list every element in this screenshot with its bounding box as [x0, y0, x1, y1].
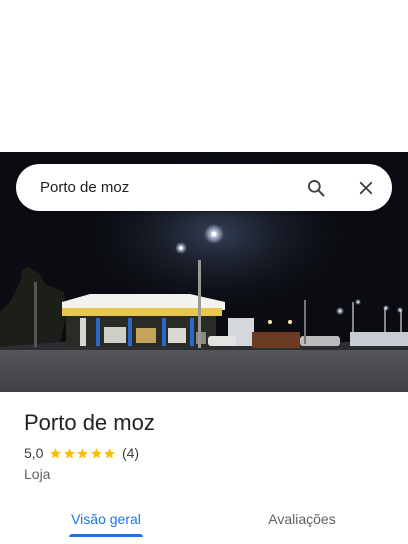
place-tabs: Visão geral Avaliações — [0, 496, 408, 544]
star-icon — [104, 447, 116, 458]
blank-area — [0, 0, 408, 152]
search-icon[interactable] — [296, 168, 336, 208]
tab-reviews[interactable]: Avaliações — [262, 496, 342, 542]
place-title: Porto de moz — [24, 410, 155, 435]
star-icon — [50, 447, 62, 458]
place-category: Loja — [24, 466, 51, 482]
star-icon — [64, 447, 75, 458]
rating-value: 5,0 — [24, 445, 44, 461]
review-count[interactable]: (4) — [122, 445, 139, 461]
star-icon — [91, 447, 102, 458]
rating-stars — [49, 447, 117, 460]
close-icon[interactable] — [346, 168, 386, 208]
active-tab-indicator — [69, 534, 143, 537]
search-input[interactable]: Porto de moz — [40, 179, 296, 196]
place-info-panel: Porto de moz 5,0 (4) Loja Visão geral Av… — [0, 392, 408, 544]
star-icon — [77, 447, 89, 458]
search-bar[interactable]: Porto de moz — [16, 164, 392, 211]
rating-row[interactable]: 5,0 (4) — [24, 445, 139, 461]
place-page: Porto de moz Porto de moz 5,0 (4) Loja V… — [0, 0, 408, 544]
